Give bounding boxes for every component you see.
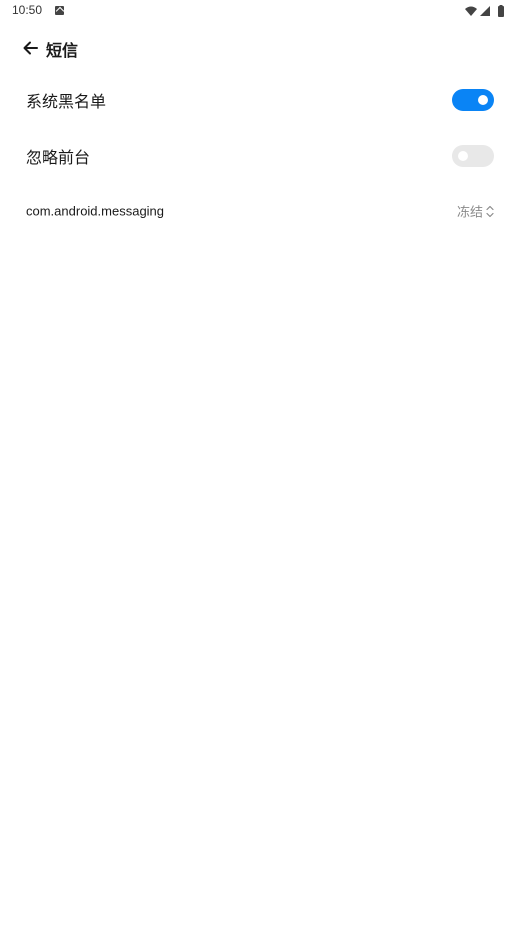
setting-row-ignore-foreground[interactable]: 忽略前台: [0, 128, 520, 184]
app-bar: 短信: [0, 28, 520, 68]
package-action-select[interactable]: 冻结: [457, 202, 494, 221]
signal-icon: [480, 6, 490, 16]
page-title: 短信: [46, 41, 79, 60]
status-time: 10:50: [12, 3, 43, 17]
package-action-value: 冻结: [456, 205, 483, 221]
notification-a-icon: [55, 6, 64, 15]
battery-icon: [498, 5, 504, 17]
up-down-chevron-icon: [486, 205, 494, 217]
arrow-left-icon: [23, 41, 38, 55]
system-blacklist-label: 系统黑名单: [26, 92, 107, 111]
ignore-foreground-label: 忽略前台: [26, 148, 91, 167]
setting-row-package[interactable]: com.android.messaging 冻结: [0, 183, 520, 239]
back-button[interactable]: [18, 34, 46, 62]
package-name-label: com.android.messaging: [26, 203, 165, 219]
system-blacklist-toggle[interactable]: [452, 89, 494, 111]
ignore-foreground-toggle[interactable]: [452, 145, 494, 167]
status-bar: 10:50: [0, 0, 520, 22]
status-icons: [464, 4, 510, 18]
setting-row-system-blacklist[interactable]: 系统黑名单: [0, 72, 520, 128]
wifi-icon: [465, 6, 477, 16]
toggle-knob: [458, 151, 468, 161]
toggle-knob: [478, 95, 488, 105]
